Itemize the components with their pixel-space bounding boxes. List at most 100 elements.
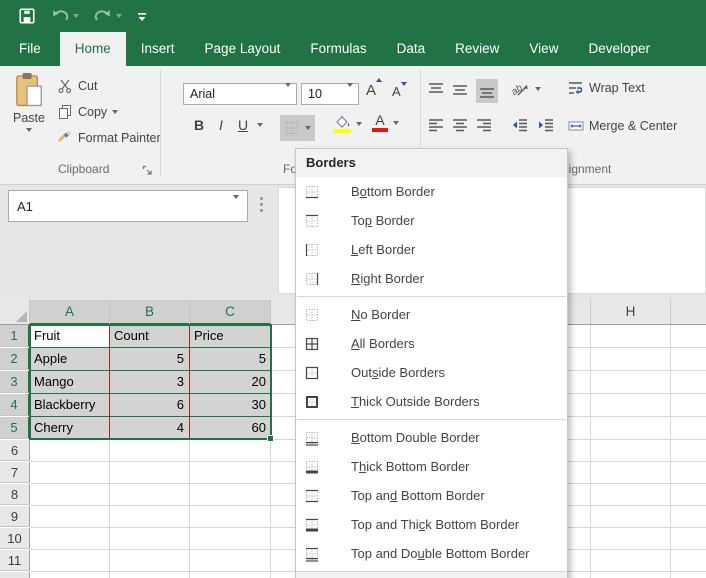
column-header-a[interactable]: A — [30, 300, 110, 325]
row-header-1[interactable]: 1 — [0, 325, 30, 347]
menu-item-outside-borders[interactable]: Outside Borders — [296, 358, 567, 387]
font-size-caret[interactable] — [341, 87, 358, 101]
cell-A2[interactable]: Apple — [30, 348, 110, 371]
menu-item-no-border[interactable]: No Border — [296, 300, 567, 329]
redo-icon[interactable] — [91, 0, 124, 32]
undo-icon[interactable] — [48, 0, 81, 32]
cell-H10[interactable] — [591, 528, 671, 550]
tab-data[interactable]: Data — [382, 32, 441, 66]
cell-C4[interactable]: 30 — [190, 394, 271, 417]
align-center-button[interactable] — [452, 117, 468, 133]
cell-A5[interactable]: Cherry — [30, 417, 110, 440]
tab-insert[interactable]: Insert — [126, 32, 190, 66]
menu-item-thick-bottom-border[interactable]: Thick Bottom Border — [296, 452, 567, 481]
cut-button[interactable]: Cut — [57, 78, 97, 94]
row-header-11[interactable]: 11 — [0, 550, 30, 571]
undo-dropdown-caret[interactable] — [73, 14, 79, 18]
cell-I4[interactable] — [671, 394, 706, 417]
borders-dropdown-caret[interactable] — [305, 126, 311, 130]
cell-B12[interactable] — [110, 572, 190, 578]
cell-C2[interactable]: 5 — [190, 348, 271, 371]
bold-button[interactable]: B — [190, 117, 208, 133]
font-name-combo[interactable]: Arial — [183, 83, 297, 105]
grow-font-button[interactable]: A — [366, 82, 376, 99]
fill-color-button[interactable] — [334, 115, 362, 133]
cell-H12[interactable] — [591, 572, 671, 578]
tab-page-layout[interactable]: Page Layout — [190, 32, 296, 66]
menu-item-top-and-bottom-border[interactable]: Top and Bottom Border — [296, 481, 567, 510]
cell-C7[interactable] — [190, 462, 271, 484]
tab-view[interactable]: View — [514, 32, 573, 66]
row-header-4[interactable]: 4 — [0, 394, 30, 416]
row-header-12[interactable]: 12 — [0, 572, 30, 578]
cell-I2[interactable] — [671, 348, 706, 371]
cell-C1[interactable]: Price — [190, 325, 271, 348]
tab-formulas[interactable]: Formulas — [295, 32, 381, 66]
format-painter-button[interactable]: Format Painter — [57, 130, 161, 146]
customize-quick-access-icon[interactable] — [134, 0, 150, 32]
row-header-6[interactable]: 6 — [0, 440, 30, 461]
menu-item-all-borders[interactable]: All Borders — [296, 329, 567, 358]
wrap-text-button[interactable]: Wrap Text — [568, 80, 645, 96]
cell-A6[interactable] — [30, 440, 110, 462]
copy-dropdown-caret[interactable] — [112, 110, 118, 114]
fill-color-caret[interactable] — [356, 122, 362, 126]
cell-C8[interactable] — [190, 484, 271, 506]
cell-B11[interactable] — [110, 550, 190, 572]
cell-B4[interactable]: 6 — [110, 394, 190, 417]
orientation-caret[interactable] — [535, 87, 541, 91]
italic-button[interactable]: I — [212, 117, 230, 133]
cell-C3[interactable]: 20 — [190, 371, 271, 394]
cell-H6[interactable] — [591, 440, 671, 462]
underline-button[interactable]: U — [234, 117, 263, 133]
cell-H2[interactable] — [591, 348, 671, 371]
cell-B9[interactable] — [110, 506, 190, 528]
cell-I5[interactable] — [671, 417, 706, 440]
cell-C6[interactable] — [190, 440, 271, 462]
menu-item-top-and-thick-bottom-border[interactable]: Top and Thick Bottom Border — [296, 510, 567, 539]
cell-A11[interactable] — [30, 550, 110, 572]
row-header-9[interactable]: 9 — [0, 506, 30, 527]
cell-B7[interactable] — [110, 462, 190, 484]
cell-C5[interactable]: 60 — [190, 417, 271, 440]
cell-H5[interactable] — [591, 417, 671, 440]
row-header-7[interactable]: 7 — [0, 462, 30, 483]
paste-dropdown-caret[interactable] — [26, 128, 32, 132]
font-color-caret[interactable] — [393, 121, 399, 125]
cell-B2[interactable]: 5 — [110, 348, 190, 371]
cell-B5[interactable]: 4 — [110, 417, 190, 440]
cell-H1[interactable] — [591, 325, 671, 348]
cell-A12[interactable] — [30, 572, 110, 578]
cell-I7[interactable] — [671, 462, 706, 484]
increase-indent-button[interactable] — [538, 117, 554, 133]
menu-item-top-border[interactable]: Top Border — [296, 206, 567, 235]
middle-align-button[interactable] — [452, 81, 468, 97]
cell-I8[interactable] — [671, 484, 706, 506]
row-header-2[interactable]: 2 — [0, 348, 30, 370]
cell-A1[interactable]: Fruit — [30, 325, 110, 348]
font-name-caret[interactable] — [279, 87, 296, 101]
cell-A10[interactable] — [30, 528, 110, 550]
formula-bar-handle[interactable] — [260, 197, 263, 212]
bottom-align-button[interactable] — [476, 79, 498, 103]
merge-center-button[interactable]: Merge & Center — [568, 118, 677, 134]
font-color-button[interactable]: A — [372, 114, 399, 132]
save-icon[interactable] — [16, 0, 38, 32]
cell-I9[interactable] — [671, 506, 706, 528]
column-header-b[interactable]: B — [110, 300, 190, 325]
tab-developer[interactable]: Developer — [573, 32, 665, 66]
menu-item-left-border[interactable]: Left Border — [296, 235, 567, 264]
cell-B6[interactable] — [110, 440, 190, 462]
cell-C12[interactable] — [190, 572, 271, 578]
cell-C11[interactable] — [190, 550, 271, 572]
font-size-combo[interactable]: 10 — [301, 83, 359, 105]
cell-B1[interactable]: Count — [110, 325, 190, 348]
select-all-corner[interactable] — [0, 300, 30, 324]
row-header-8[interactable]: 8 — [0, 484, 30, 505]
name-box-caret[interactable] — [233, 199, 247, 214]
top-align-button[interactable] — [428, 81, 444, 97]
cell-I1[interactable] — [671, 325, 706, 348]
cell-A4[interactable]: Blackberry — [30, 394, 110, 417]
cell-B3[interactable]: 3 — [110, 371, 190, 394]
column-header-h[interactable]: H — [591, 300, 671, 324]
